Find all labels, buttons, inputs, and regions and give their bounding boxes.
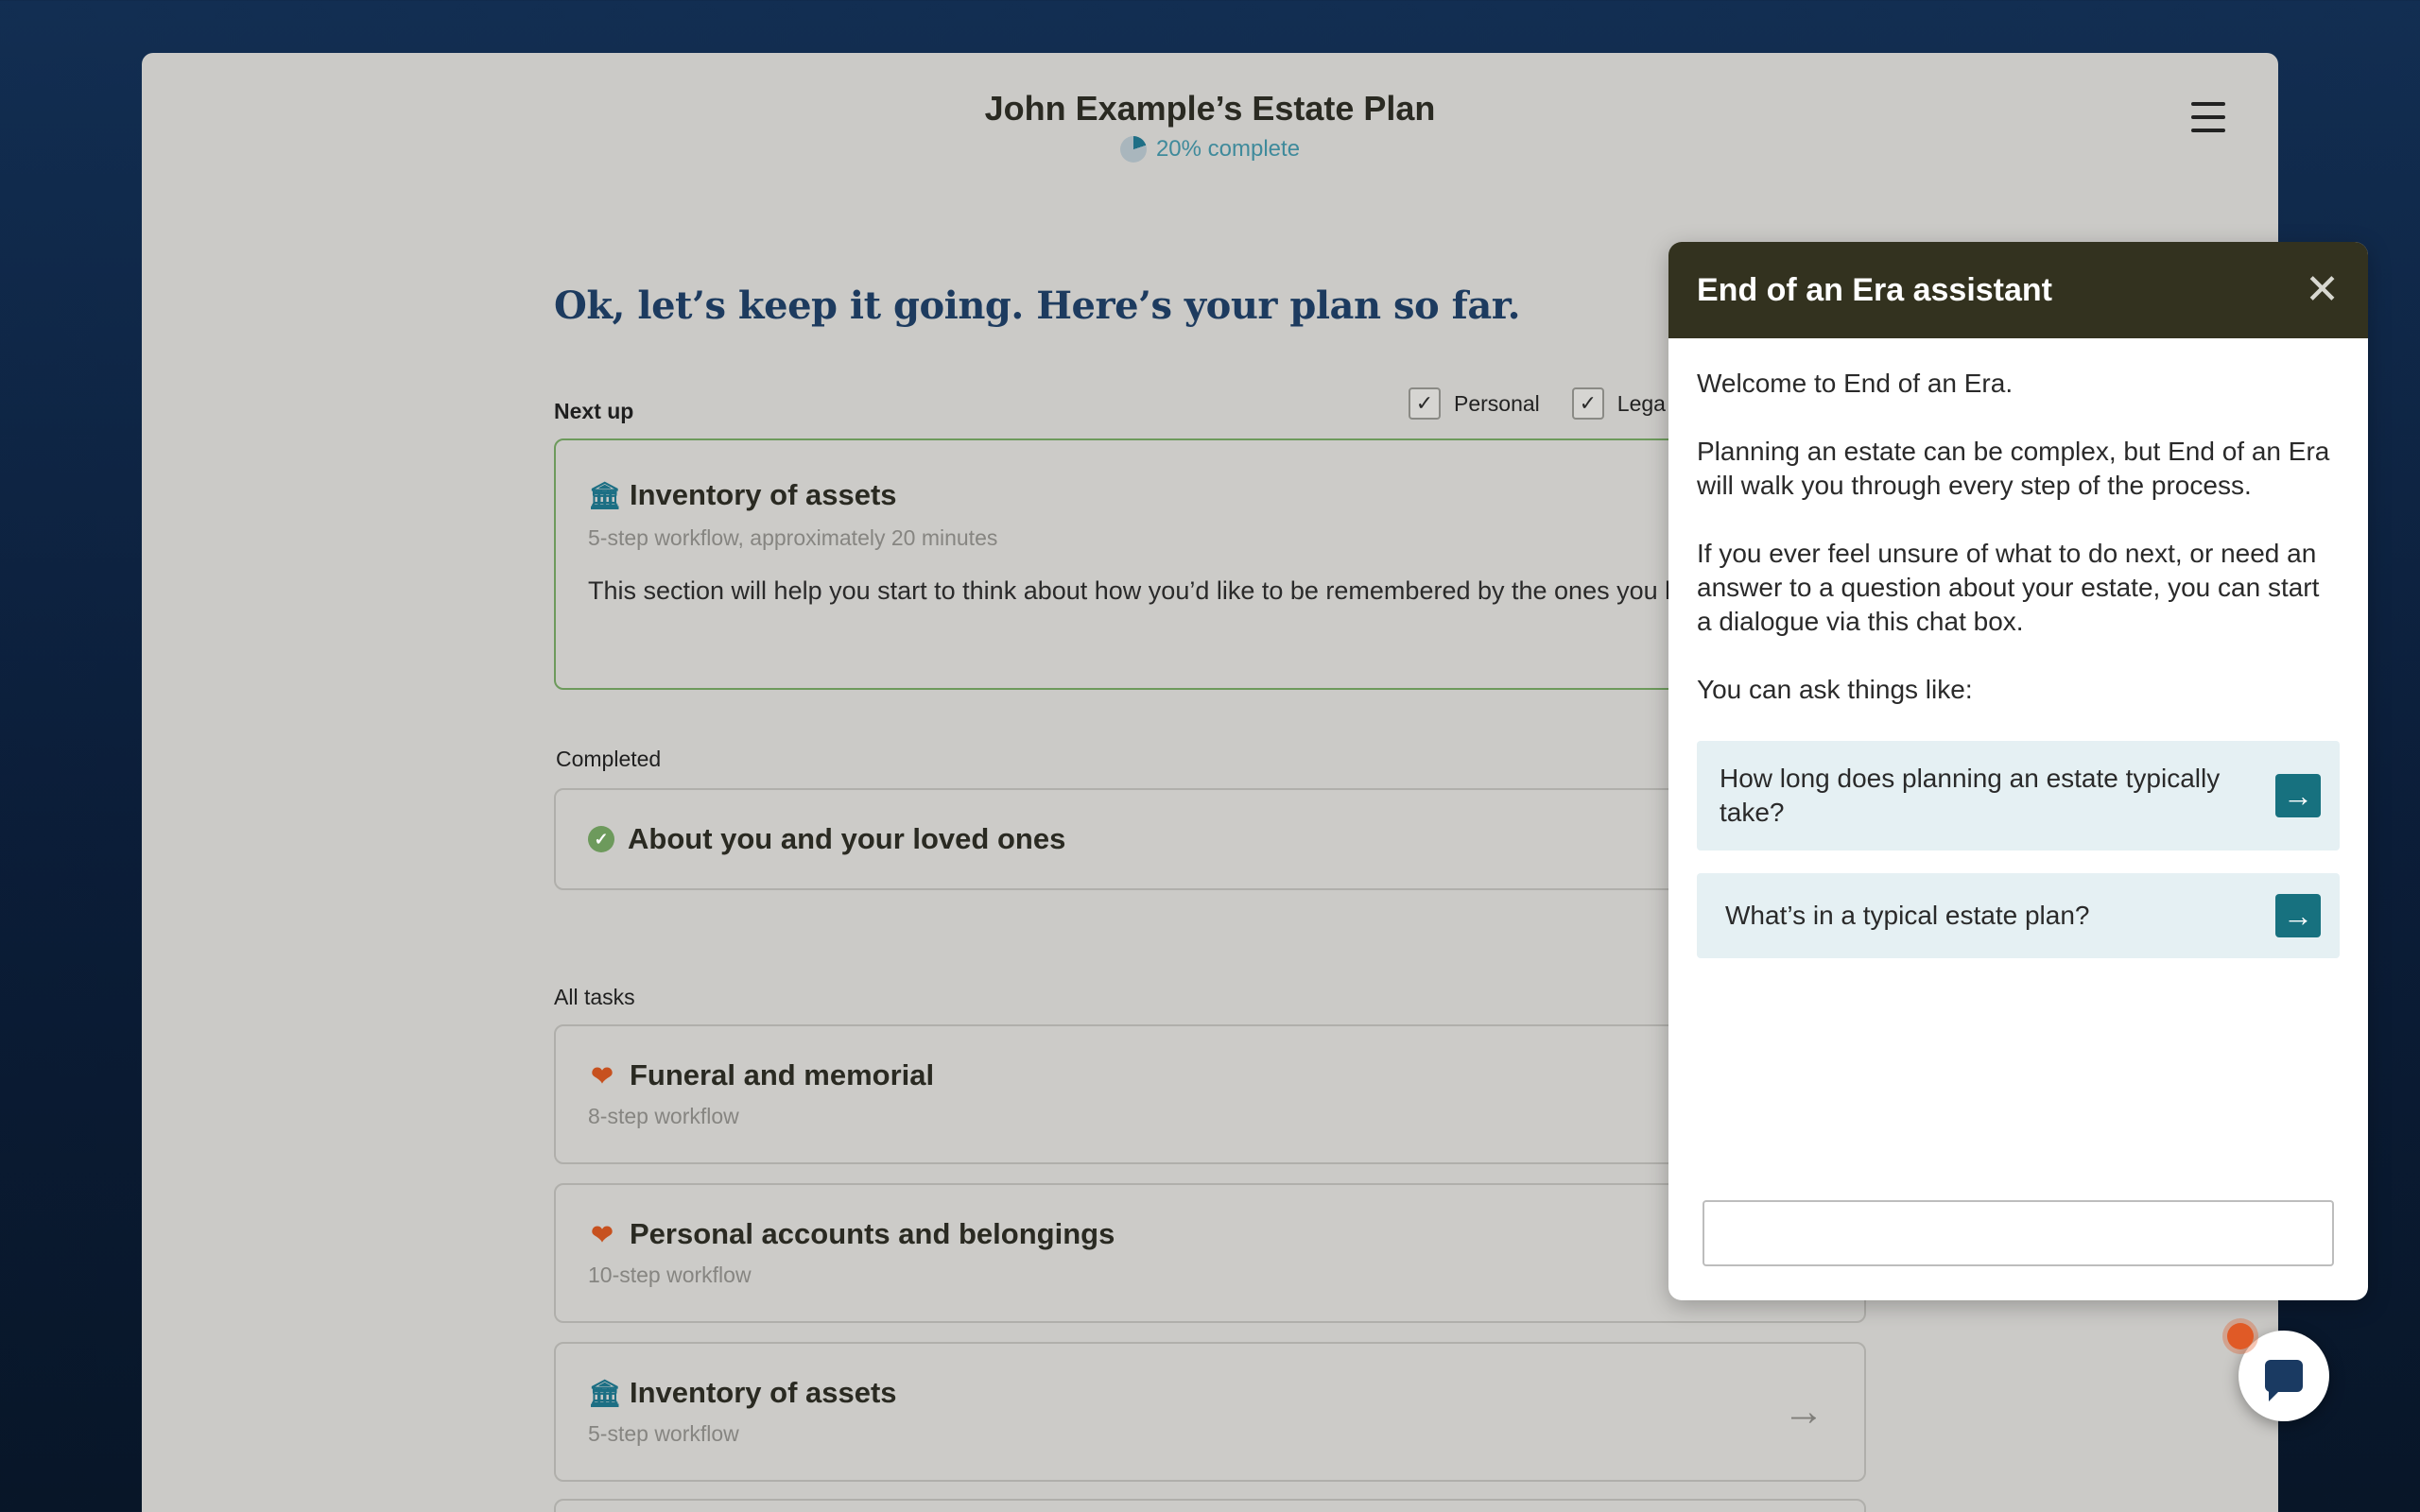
bank-icon: 🏛 bbox=[588, 1378, 622, 1408]
task-subtitle: 10-step workflow bbox=[588, 1263, 752, 1287]
chat-bubble-icon bbox=[2265, 1360, 2303, 1401]
filter-label-personal: Personal bbox=[1454, 390, 1540, 416]
chat-launcher-button[interactable] bbox=[2238, 1331, 2329, 1421]
progress-text: 20% complete bbox=[1155, 136, 1301, 162]
check-circle-icon: ✓ bbox=[588, 826, 614, 852]
task-title: Inventory of assets bbox=[630, 1376, 897, 1409]
filter-label-legal: Lega bbox=[1616, 390, 1666, 416]
checkbox-personal[interactable]: ✓ bbox=[1409, 387, 1441, 420]
filter-legal[interactable]: ✓ Lega bbox=[1571, 387, 1666, 420]
assistant-title: End of an Era assistant bbox=[1697, 271, 2052, 308]
task-title: Funeral and memorial bbox=[630, 1058, 935, 1091]
suggestion-button[interactable]: What’s in a typical estate plan? → bbox=[1697, 873, 2340, 958]
completed-label: Completed bbox=[556, 747, 662, 771]
suggestion-button[interactable]: How long does planning an estate typical… bbox=[1697, 741, 2340, 850]
task-filters: ✓ Personal ✓ Lega bbox=[1409, 387, 1666, 420]
suggestion-text: What’s in a typical estate plan? bbox=[1725, 901, 2090, 930]
progress-indicator: 20% complete bbox=[142, 136, 2278, 163]
task-title: Inventory of assets bbox=[630, 478, 897, 511]
progress-pie-icon bbox=[1119, 136, 1147, 163]
checkbox-legal[interactable]: ✓ bbox=[1571, 387, 1604, 420]
page-title: John Example’s Estate Plan bbox=[984, 89, 1436, 128]
arrow-right-icon[interactable]: → bbox=[1783, 1388, 1824, 1435]
assistant-header: End of an Era assistant ✕ bbox=[1668, 242, 2368, 338]
bank-icon: 🏛 bbox=[588, 480, 622, 510]
task-subtitle: 5-step workflow bbox=[588, 1421, 739, 1446]
filter-personal[interactable]: ✓ Personal bbox=[1409, 387, 1540, 420]
task-subtitle: 5-step workflow, approximately 20 minute… bbox=[588, 525, 998, 550]
task-card-partial[interactable] bbox=[554, 1499, 1866, 1512]
assistant-message: Welcome to End of an Era. bbox=[1697, 369, 2014, 398]
assistant-messages: Welcome to End of an Era. Planning an es… bbox=[1668, 338, 2368, 958]
assistant-panel: End of an Era assistant ✕ Welcome to End… bbox=[1668, 242, 2368, 1300]
assistant-message: Planning an estate can be complex, but E… bbox=[1697, 437, 2330, 500]
task-description: This section will help you start to thin… bbox=[588, 576, 1824, 605]
suggestion-text: How long does planning an estate typical… bbox=[1720, 764, 2221, 827]
chat-input[interactable] bbox=[1703, 1200, 2334, 1266]
assistant-message: If you ever feel unsure of what to do ne… bbox=[1697, 539, 2320, 636]
heart-icon: ❤ bbox=[591, 1219, 614, 1249]
assistant-message: You can ask things like: bbox=[1697, 675, 1973, 704]
task-title: About you and your loved ones bbox=[628, 822, 1066, 855]
arrow-right-icon[interactable]: → bbox=[2275, 774, 2321, 817]
close-icon[interactable]: ✕ bbox=[2305, 269, 2340, 311]
next-up-label: Next up bbox=[554, 399, 634, 423]
task-title: Personal accounts and belongings bbox=[630, 1217, 1115, 1250]
plan-heading: Ok, let’s keep it going. Here’s your pla… bbox=[554, 284, 1521, 328]
all-tasks-label: All tasks bbox=[554, 985, 635, 1009]
hamburger-menu-icon[interactable] bbox=[2191, 102, 2225, 132]
heart-icon: ❤ bbox=[591, 1060, 614, 1091]
notification-dot bbox=[2227, 1323, 2254, 1349]
task-card-inventory[interactable]: 🏛 Inventory of assets 5-step workflow → bbox=[554, 1342, 1866, 1482]
task-subtitle: 8-step workflow bbox=[588, 1104, 739, 1128]
arrow-right-icon[interactable]: → bbox=[2275, 894, 2321, 937]
